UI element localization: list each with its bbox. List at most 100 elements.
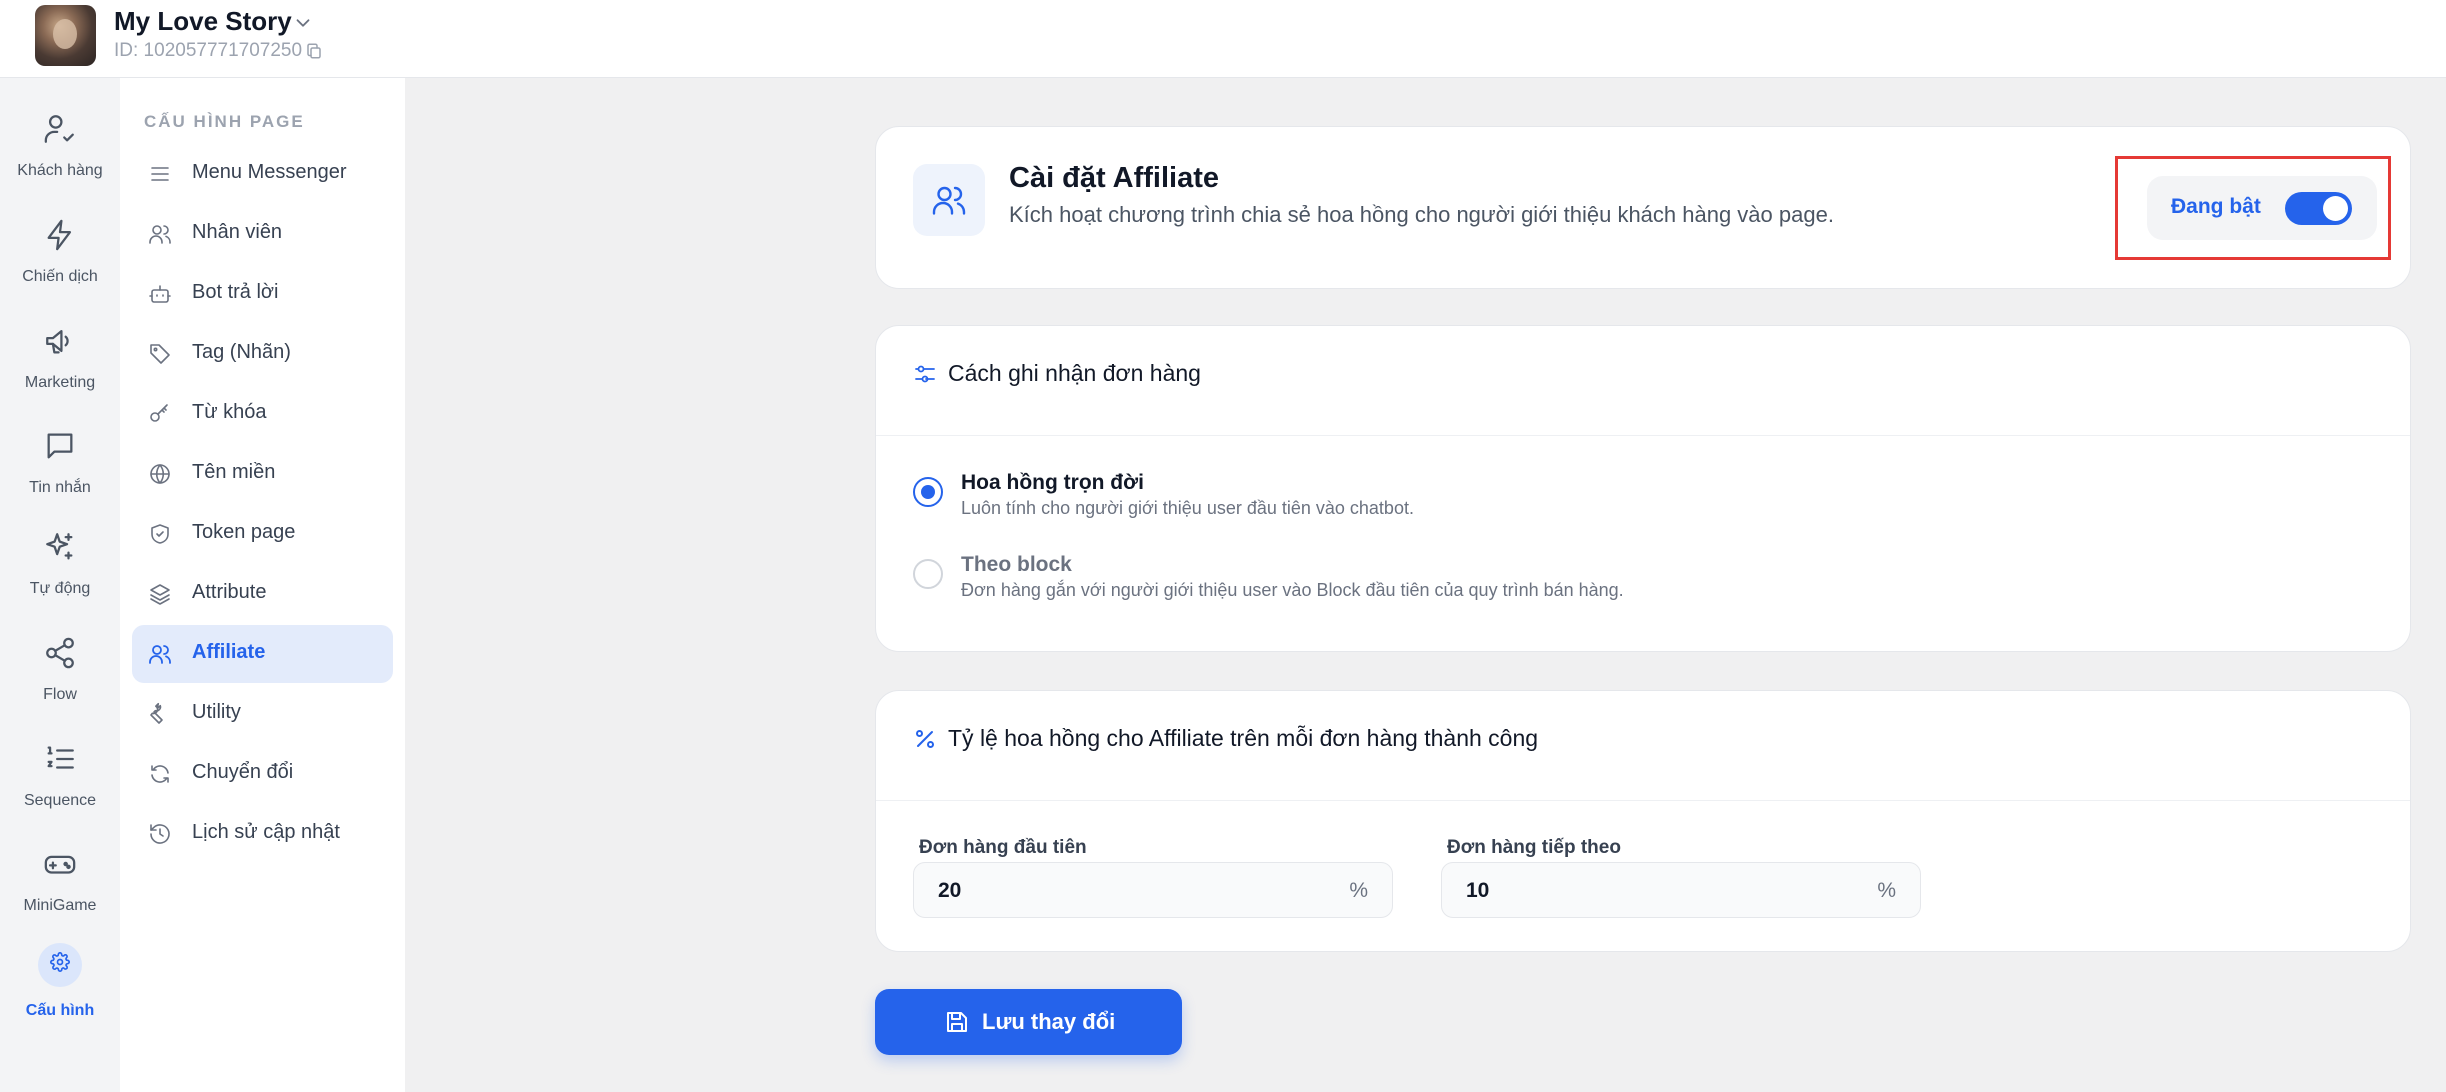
order-tracking-title: Cách ghi nhận đơn hàng [948, 360, 1201, 386]
commission-title: Tỷ lệ hoa hồng cho Affiliate trên mỗi đơ… [948, 725, 1539, 751]
users-icon [149, 225, 171, 244]
refresh-icon [151, 765, 169, 783]
copy-icon[interactable] [305, 41, 323, 61]
nav-item-bot-tra-loi[interactable]: Bot trả lời [132, 265, 393, 323]
megaphone-icon [46, 329, 69, 354]
rail-label: Marketing [24, 374, 96, 391]
rail-label: Sequence [23, 792, 97, 809]
history-icon [150, 824, 170, 844]
nav-label: Nhân viên [192, 221, 283, 243]
rail-item-khach-hang[interactable]: Khách hàng [0, 112, 120, 202]
share-icon [46, 637, 74, 669]
page-name[interactable]: My Love Story [114, 6, 292, 37]
nav-item-attribute[interactable]: Attribute [132, 565, 393, 623]
affiliate-description: Kích hoạt chương trình chia sẻ hoa hồng … [1009, 202, 1834, 227]
users-icon [149, 645, 171, 664]
nav-label: Lịch sử cập nhật [192, 821, 340, 843]
nav-label: Chuyển đổi [192, 761, 294, 783]
radio-unselected[interactable] [913, 559, 943, 589]
layers-icon [150, 584, 170, 605]
section-header: Tỷ lệ hoa hồng cho Affiliate trên mỗi đơ… [876, 691, 2410, 801]
nav-item-utility[interactable]: Utility [132, 685, 393, 743]
rail-item-minigame[interactable]: MiniGame [0, 847, 120, 937]
affiliate-settings-card: Cài đặt Affiliate Kích hoạt chương trình… [875, 126, 2411, 289]
first-order-field[interactable]: % [913, 862, 1393, 918]
rail-label: Tự động [29, 580, 91, 597]
nav-item-tu-khoa[interactable]: Từ khóa [132, 385, 393, 443]
option-title: Theo block [961, 553, 1072, 576]
order-tracking-card: Cách ghi nhận đơn hàng Hoa hồng trọn đời… [875, 325, 2411, 652]
rail-label: Flow [43, 686, 77, 703]
nav-item-nhan-vien[interactable]: Nhân viên [132, 205, 393, 263]
percent-icon [916, 730, 934, 748]
radio-selected[interactable] [913, 477, 943, 507]
rail-label: Cấu hình [25, 1002, 95, 1019]
nav-item-chuyen-doi[interactable]: Chuyển đổi [132, 745, 393, 803]
sparkles-icon [46, 533, 73, 560]
tag-icon [150, 344, 170, 364]
gamepad-icon [44, 855, 76, 874]
message-icon [47, 433, 73, 459]
option-title: Hoa hồng trọn đời [961, 471, 1144, 494]
next-order-label: Đơn hàng tiếp theo [1447, 837, 1621, 858]
toggle-label: Đang bật [2171, 195, 2261, 218]
chevron-down-icon[interactable] [292, 12, 314, 34]
nav-item-ten-mien[interactable]: Tên miền [132, 445, 393, 503]
option-description: Đơn hàng gắn với người giới thiệu user v… [961, 580, 1624, 600]
nav-label: Utility [192, 701, 241, 723]
nav-label: Từ khóa [192, 401, 267, 423]
next-order-field[interactable]: % [1441, 862, 1921, 918]
option-description: Luôn tính cho người giới thiệu user đầu … [961, 498, 1414, 518]
key-icon [150, 404, 168, 422]
section-header: Cách ghi nhận đơn hàng [876, 326, 2410, 436]
nav-label: Tên miền [192, 461, 276, 483]
icon-rail: Khách hàng Chiến dịch Marketing Tin nhắn… [0, 78, 120, 1092]
nav-item-tag[interactable]: Tag (Nhãn) [132, 325, 393, 383]
nav-label: Bot trả lời [192, 281, 279, 303]
menu-icon [151, 167, 169, 181]
percent-unit: % [1877, 879, 1896, 902]
nav-item-lich-su[interactable]: Lịch sử cập nhật [132, 805, 393, 863]
bot-icon [149, 285, 171, 303]
affiliate-toggle[interactable]: Đang bật [2147, 176, 2377, 240]
gear-icon [50, 952, 70, 972]
nav-item-token-page[interactable]: Token page [132, 505, 393, 563]
option-lifetime[interactable]: Hoa hồng trọn đời Luôn tính cho người gi… [913, 471, 2313, 531]
rail-label: Tin nhắn [29, 479, 91, 496]
list-ordered-icon [47, 746, 74, 769]
user-check-icon [44, 115, 74, 143]
sliders-icon [915, 365, 935, 383]
save-changes-button[interactable]: Lưu thay đổi [875, 989, 1182, 1055]
rail-item-tu-dong[interactable]: Tự động [0, 530, 120, 620]
affiliate-title: Cài đặt Affiliate [1009, 162, 1220, 194]
nav-item-menu-messenger[interactable]: Menu Messenger [132, 145, 393, 203]
toggle-switch[interactable] [2285, 192, 2352, 225]
rail-label: MiniGame [23, 897, 97, 914]
subnav-heading: CẤU HÌNH PAGE [144, 112, 305, 131]
nav-item-affiliate[interactable]: Affiliate [132, 625, 393, 683]
config-subnav: CẤU HÌNH PAGE Menu Messenger Nhân viên B… [120, 78, 405, 1092]
first-order-input[interactable] [938, 877, 1318, 905]
save-icon [947, 1012, 967, 1032]
nav-label: Menu Messenger [192, 161, 347, 183]
affiliate-icon-box [913, 164, 985, 236]
percent-unit: % [1349, 879, 1368, 902]
rail-item-cau-hinh[interactable]: Cấu hình [0, 943, 120, 1042]
rail-label: Khách hàng [17, 162, 103, 179]
first-order-label: Đơn hàng đầu tiên [919, 837, 1087, 858]
users-icon [932, 186, 966, 215]
rail-item-tin-nhan[interactable]: Tin nhắn [0, 429, 120, 519]
globe-icon [150, 464, 170, 484]
nav-label: Token page [192, 521, 296, 543]
rail-item-sequence[interactable]: Sequence [0, 742, 120, 832]
next-order-input[interactable] [1466, 877, 1846, 905]
rail-item-chien-dich[interactable]: Chiến dịch [0, 218, 120, 308]
rail-item-flow[interactable]: Flow [0, 636, 120, 726]
save-label: Lưu thay đổi [982, 1009, 1116, 1034]
page-avatar[interactable] [35, 5, 96, 66]
commission-card: Tỷ lệ hoa hồng cho Affiliate trên mỗi đơ… [875, 690, 2411, 952]
rail-item-marketing[interactable]: Marketing [0, 324, 120, 414]
option-block[interactable]: Theo block Đơn hàng gắn với người giới t… [913, 553, 2313, 613]
nav-label: Attribute [192, 581, 267, 603]
lightning-icon [47, 219, 72, 251]
